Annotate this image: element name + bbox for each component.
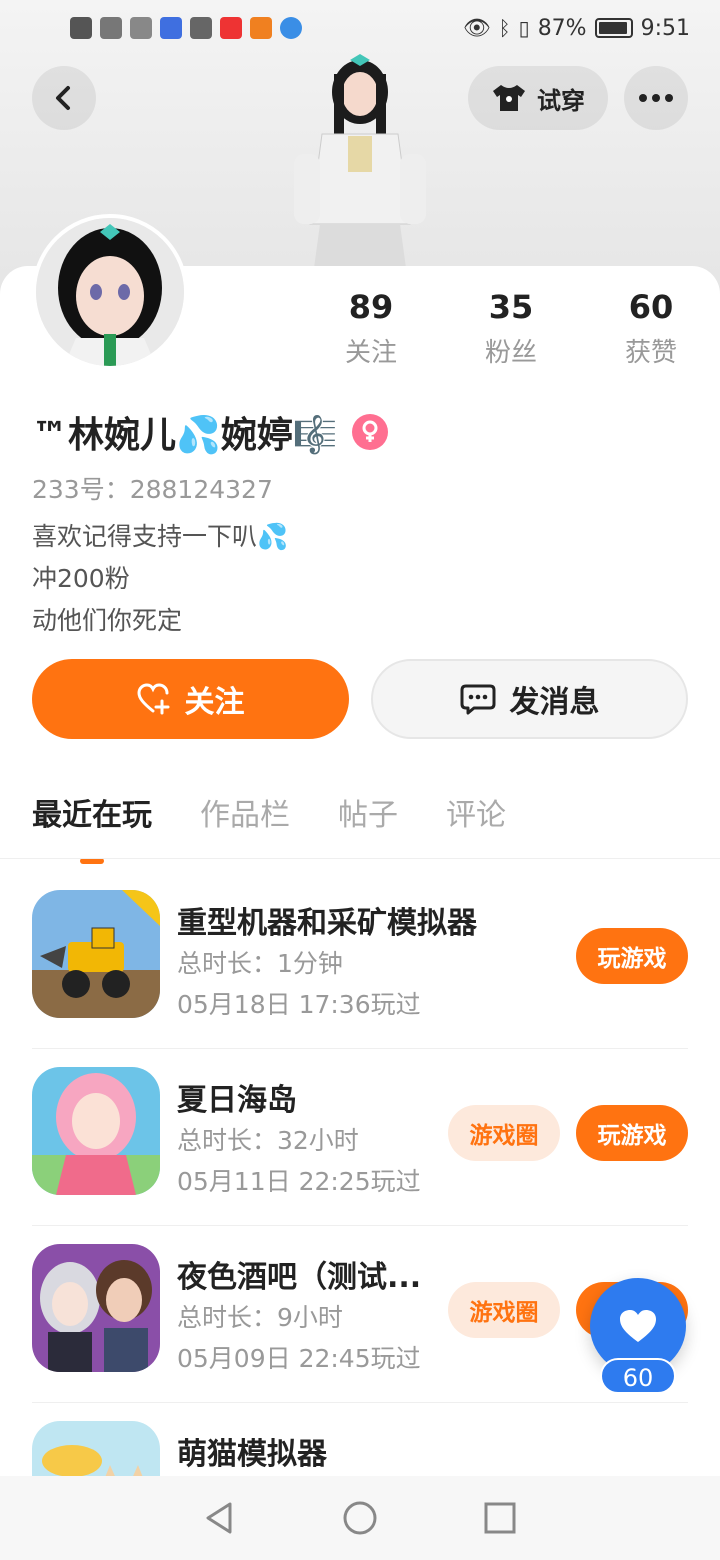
chat-bubble-icon — [460, 684, 495, 715]
tshirt-icon — [493, 85, 525, 111]
following-count: 89 — [348, 288, 394, 326]
nickname: ™林婉儿💦婉婷🎼 — [32, 415, 338, 456]
female-gender-icon — [351, 414, 388, 450]
likes-label: 获赞 — [624, 338, 677, 368]
heart-plus-icon — [136, 683, 169, 715]
back-button[interactable] — [32, 66, 96, 130]
bluetooth-icon: ᛒ — [498, 16, 511, 40]
nav-back-icon[interactable] — [202, 1500, 238, 1536]
game-circle-button[interactable]: 游戏圈 — [448, 1282, 560, 1338]
vibrate-icon: ▯ — [518, 16, 530, 40]
notification-icon — [70, 17, 92, 39]
like-count-badge: 60 — [600, 1358, 676, 1394]
wifi-icon — [100, 17, 122, 39]
battery-percent: 87% — [537, 15, 587, 41]
bio: 喜欢记得支持一下叭💦 冲200粉 动他们你死定 — [32, 516, 288, 642]
send-message-label: 发消息 — [509, 685, 600, 720]
tab-posts[interactable]: 帖子 — [338, 790, 398, 864]
fans-count: 35 — [488, 288, 534, 326]
try-on-button[interactable]: 试穿 — [468, 66, 608, 130]
status-icons-right: 👁 ᛒ ▯ 87% 9:51 — [463, 16, 690, 41]
avatar[interactable] — [32, 214, 188, 370]
bio-line: 动他们你死定 — [32, 606, 183, 635]
profile-stats: 89 关注 35 粉丝 60 获赞 — [316, 288, 706, 369]
clock: 9:51 — [640, 15, 690, 41]
more-dots-icon — [639, 94, 673, 102]
nav-recents-icon[interactable] — [482, 1500, 518, 1536]
game-title: 萌猫模拟器 — [177, 1437, 327, 1472]
battery-icon — [594, 18, 633, 38]
chevron-left-icon — [56, 86, 70, 110]
tab-works[interactable]: 作品栏 — [200, 790, 290, 864]
game-duration: 总时长：9小时 — [177, 1303, 343, 1332]
game-duration: 总时长：1分钟 — [177, 949, 343, 978]
likes-stat[interactable]: 60 获赞 — [596, 288, 706, 369]
more-options-button[interactable] — [624, 66, 688, 130]
game-last-played: 05月09日 22:45玩过 — [177, 1344, 421, 1373]
bio-line: 冲200粉 — [32, 564, 130, 593]
follow-button[interactable]: 关注 — [32, 659, 349, 739]
try-on-label: 试穿 — [537, 86, 585, 115]
mining-truck-icon[interactable] — [32, 890, 160, 1018]
eye-icon: 👁 — [462, 15, 491, 41]
game-last-played: 05月18日 17:36玩过 — [177, 990, 421, 1019]
nickname-row: ™林婉儿💦婉婷🎼 — [32, 406, 388, 458]
follow-label: 关注 — [184, 685, 245, 720]
tabs-divider — [0, 858, 720, 859]
profile-tabs: 最近在玩 作品栏 帖子 评论 — [32, 790, 688, 864]
game-title: 夏日海岛 — [177, 1083, 297, 1118]
game-circle-button[interactable]: 游戏圈 — [448, 1105, 560, 1161]
bar-couple-icon[interactable] — [32, 1244, 160, 1372]
nav-home-icon[interactable] — [342, 1500, 378, 1536]
game-title: 重型机器和采矿模拟器 — [177, 906, 477, 941]
game-row[interactable]: 夜色酒吧（测试... 总时长：9小时 05月09日 22:45玩过 游戏圈 玩游… — [32, 1226, 688, 1403]
following-label: 关注 — [344, 338, 397, 368]
avatar-figure — [294, 54, 426, 268]
user-id: 233号：288124327 — [32, 475, 273, 504]
following-stat[interactable]: 89 关注 — [316, 288, 426, 369]
tab-comments[interactable]: 评论 — [446, 790, 506, 864]
fans-label: 粉丝 — [484, 338, 537, 368]
video-app-icon — [250, 17, 272, 39]
bio-line: 喜欢记得支持一下叭💦 — [32, 522, 289, 551]
game-row[interactable]: 夏日海岛 总时长：32小时 05月11日 22:25玩过 游戏圈 玩游戏 — [32, 1049, 688, 1226]
wechat-icon — [190, 17, 212, 39]
cast-icon — [130, 17, 152, 39]
likes-count: 60 — [628, 288, 674, 326]
send-message-button[interactable]: 发消息 — [371, 659, 688, 739]
system-nav-bar — [0, 1476, 720, 1560]
browser-app-icon — [280, 17, 302, 39]
avatar-portrait — [36, 218, 184, 366]
play-game-button[interactable]: 玩游戏 — [576, 1105, 688, 1161]
status-icons-left — [70, 17, 302, 39]
play-game-button[interactable]: 玩游戏 — [576, 928, 688, 984]
red-app-icon — [220, 17, 242, 39]
status-bar: 👁 ᛒ ▯ 87% 9:51 — [0, 0, 720, 56]
game-title: 夜色酒吧（测试... — [177, 1260, 422, 1295]
recent-games-list: 重型机器和采矿模拟器 总时长：1分钟 05月18日 17:36玩过 玩游戏 夏日… — [32, 872, 688, 1560]
heart-icon — [620, 1310, 656, 1342]
tab-recently-played[interactable]: 最近在玩 — [32, 790, 152, 864]
game-duration: 总时长：32小时 — [177, 1126, 359, 1155]
music-app-icon — [160, 17, 182, 39]
game-row[interactable]: 重型机器和采矿模拟器 总时长：1分钟 05月18日 17:36玩过 玩游戏 — [32, 872, 688, 1049]
game-last-played: 05月11日 22:25玩过 — [177, 1167, 421, 1196]
fans-stat[interactable]: 35 粉丝 — [456, 288, 566, 369]
anime-girl-icon[interactable] — [32, 1067, 160, 1195]
